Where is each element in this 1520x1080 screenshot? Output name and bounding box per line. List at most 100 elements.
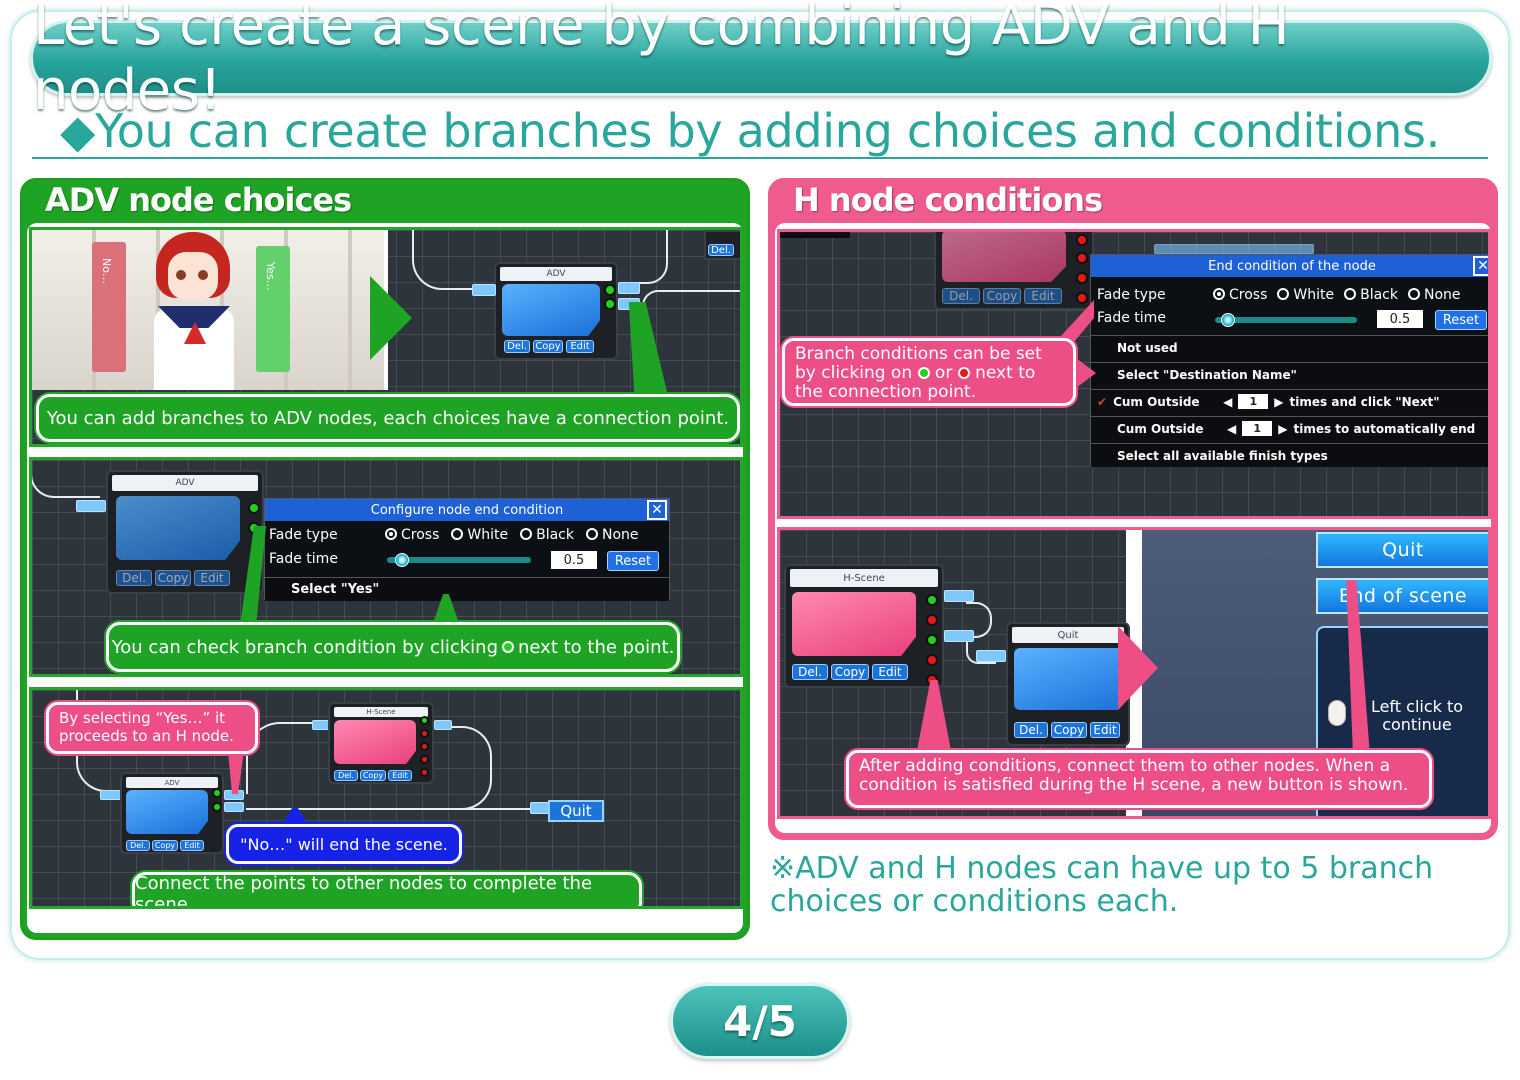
edit-button[interactable]: Edit <box>1024 288 1062 304</box>
copy-button[interactable]: Copy <box>155 570 191 586</box>
del-button[interactable]: Del. <box>504 340 530 353</box>
connection-point-green[interactable] <box>420 716 429 725</box>
choice-yes-label: Yes… <box>264 262 277 291</box>
slider-knob[interactable] <box>1221 313 1235 327</box>
fade-time-slider[interactable] <box>1215 317 1357 323</box>
subtitle-divider <box>32 157 1488 159</box>
edit-button[interactable]: Edit <box>180 840 204 851</box>
continue-text: Left click to continue <box>1370 697 1464 734</box>
choice-yes-card[interactable]: Yes… <box>256 246 290 372</box>
connection-point-red[interactable] <box>1076 292 1088 304</box>
del-button[interactable]: Del. <box>1014 722 1048 738</box>
input-port[interactable] <box>530 802 550 814</box>
connection-point-red[interactable] <box>1076 234 1088 246</box>
output-port[interactable] <box>224 802 244 812</box>
copy-button[interactable]: Copy <box>533 340 563 353</box>
connection-point-green[interactable] <box>604 298 616 310</box>
radio-cross[interactable]: Cross <box>1213 287 1267 303</box>
close-icon[interactable]: ✕ <box>647 500 667 520</box>
page-title: Let's create a scene by combining ADV an… <box>33 0 1290 123</box>
output-port[interactable] <box>618 282 640 294</box>
reset-button[interactable]: Reset <box>607 551 659 571</box>
connection-point-red[interactable] <box>420 729 429 738</box>
arrow-right-icon[interactable]: ▶ <box>1278 422 1287 436</box>
choice-no-card[interactable]: No… <box>92 242 126 372</box>
row-cum-outside-auto[interactable]: Cum Outside ◀ 1 ▶ times to automatically… <box>1091 416 1488 440</box>
row-cum-outside-next[interactable]: ✔ Cum Outside ◀ 1 ▶ times and click "Nex… <box>1091 389 1488 413</box>
radio-cross[interactable]: Cross <box>385 527 439 543</box>
output-port[interactable] <box>1154 244 1314 254</box>
reset-button[interactable]: Reset <box>1435 310 1487 330</box>
adv-node[interactable]: ADV Del. Copy Edit <box>106 470 264 594</box>
connection-point-red[interactable] <box>420 768 429 777</box>
input-port[interactable] <box>76 500 106 512</box>
connection-point-green[interactable] <box>212 788 222 798</box>
cum-count-input[interactable]: 1 <box>1238 394 1269 409</box>
row-not-used[interactable]: Not used <box>1091 335 1488 359</box>
copy-button[interactable]: Copy <box>1051 722 1087 738</box>
edit-button[interactable]: Edit <box>1090 722 1120 738</box>
close-icon[interactable]: ✕ <box>1473 256 1488 276</box>
del-button[interactable]: Del. <box>708 244 734 256</box>
del-button[interactable]: Del. <box>334 770 358 781</box>
output-port[interactable] <box>434 720 452 730</box>
edit-button[interactable]: Edit <box>872 664 908 680</box>
connection-point-green[interactable] <box>926 594 938 606</box>
end-of-scene-button[interactable]: End of scene <box>1316 578 1488 614</box>
del-button[interactable]: Del. <box>126 840 150 851</box>
radio-black[interactable]: Black <box>520 527 574 543</box>
connection-point-red[interactable] <box>1076 272 1088 284</box>
quit-node[interactable]: Quit <box>548 800 604 822</box>
adv-choices-panel: ADV node choices No… Yes… ADV Del. Copy … <box>20 178 750 940</box>
connection-point-green[interactable] <box>248 502 260 514</box>
connection-point-red[interactable] <box>1076 252 1088 264</box>
input-port[interactable] <box>100 790 122 800</box>
cum-count-input[interactable]: 1 <box>1242 421 1273 436</box>
h-scene-node[interactable]: H-Scene Del. Copy Edit <box>328 702 434 784</box>
del-button[interactable]: Del. <box>116 570 152 586</box>
slider-knob[interactable] <box>395 553 409 567</box>
edit-button[interactable]: Edit <box>388 770 412 781</box>
arrow-right-icon[interactable]: ▶ <box>1274 395 1283 409</box>
copy-button[interactable]: Copy <box>360 770 386 781</box>
adv-screenshot-1: No… Yes… ADV Del. Copy Edit Del. You can… <box>29 227 743 447</box>
connection-point-green[interactable] <box>604 284 616 296</box>
del-button[interactable]: Del. <box>792 664 828 680</box>
page-subtitle: ◆You can create branches by adding choic… <box>60 104 1440 158</box>
output-port[interactable] <box>944 590 974 602</box>
chat-bubble-icon <box>502 284 600 336</box>
input-port[interactable] <box>472 284 496 296</box>
quit-node[interactable]: Quit Del. Copy Edit <box>1006 622 1132 746</box>
connection-point-red[interactable] <box>420 755 429 764</box>
row-select-all[interactable]: Select all available finish types <box>1091 443 1488 467</box>
row-select-destination[interactable]: Select "Destination Name" <box>1091 362 1488 386</box>
del-button[interactable]: Del. <box>942 288 980 304</box>
radio-black[interactable]: Black <box>1344 287 1398 303</box>
adv-node[interactable]: ADV Del. Copy Edit <box>120 772 224 854</box>
connection-point-red[interactable] <box>420 742 429 751</box>
radio-none[interactable]: None <box>586 527 639 543</box>
input-port[interactable] <box>976 650 1006 662</box>
fade-time-value[interactable]: 0.5 <box>1377 310 1423 328</box>
edit-button[interactable]: Edit <box>194 570 230 586</box>
edit-button[interactable]: Edit <box>566 340 594 353</box>
output-port[interactable] <box>944 630 974 642</box>
arrow-left-icon[interactable]: ◀ <box>1223 395 1232 409</box>
connection-point-red[interactable] <box>926 654 938 666</box>
select-yes-row[interactable]: Select "Yes" <box>265 577 669 601</box>
radio-none[interactable]: None <box>1408 287 1461 303</box>
copy-button[interactable]: Copy <box>831 664 869 680</box>
h-scene-node[interactable]: H-Scene Del. Copy Edit <box>784 564 944 688</box>
radio-white[interactable]: White <box>451 527 508 543</box>
connection-point-red[interactable] <box>926 614 938 626</box>
copy-button[interactable]: Copy <box>983 288 1021 304</box>
adv-node[interactable]: ADV Del. Copy Edit <box>494 262 618 360</box>
h-scene-node[interactable]: Del. Copy Edit <box>934 232 1094 310</box>
radio-white[interactable]: White <box>1277 287 1334 303</box>
connection-point-green[interactable] <box>212 802 222 812</box>
connection-point-green[interactable] <box>926 634 938 646</box>
quit-game-button[interactable]: Quit <box>1316 532 1488 568</box>
copy-button[interactable]: Copy <box>152 840 178 851</box>
fade-time-value[interactable]: 0.5 <box>551 551 597 569</box>
arrow-left-icon[interactable]: ◀ <box>1227 422 1236 436</box>
